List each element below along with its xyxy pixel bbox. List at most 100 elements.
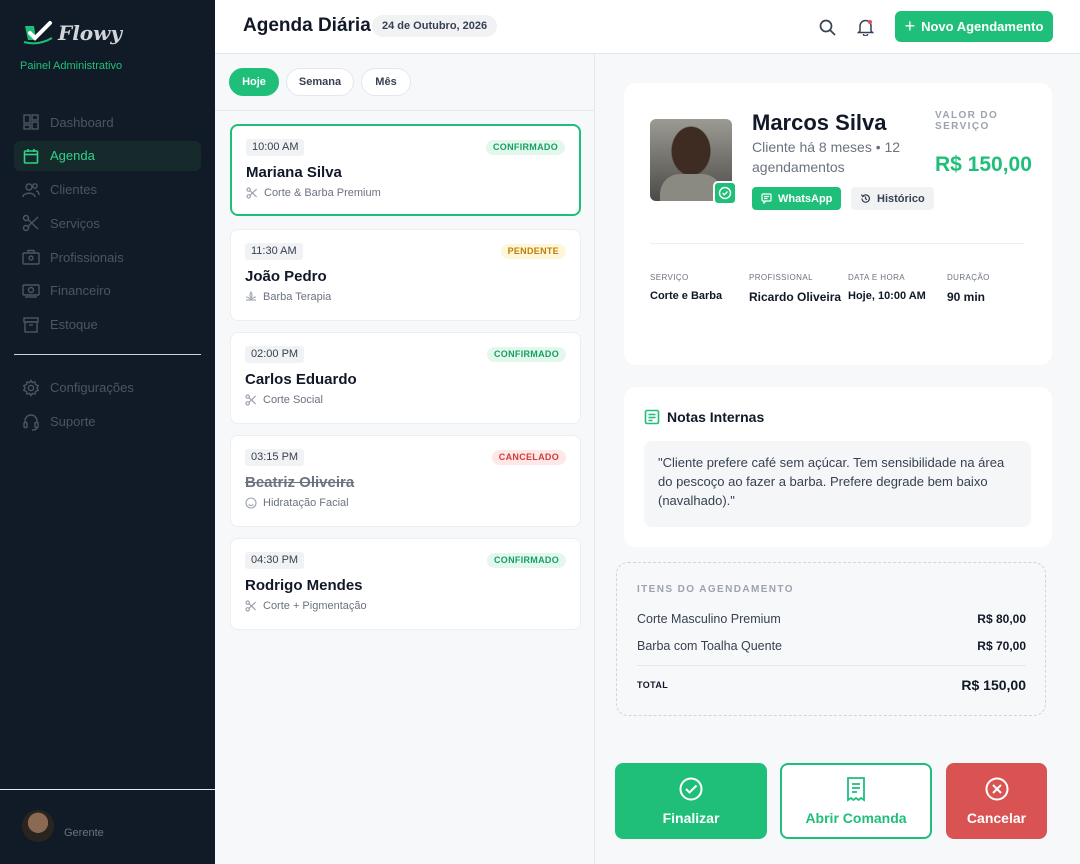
scissors-icon <box>245 600 257 612</box>
calendar-icon <box>22 147 40 165</box>
tab-mes[interactable]: Mês <box>361 68 411 96</box>
note-icon <box>644 409 660 425</box>
appointment-service: Corte + Pigmentação <box>245 600 367 612</box>
sidebar-item-estoque[interactable]: Estoque <box>14 310 201 340</box>
user-role: Gerente <box>64 827 104 839</box>
search-icon[interactable] <box>816 16 838 38</box>
notes-title: Notas Internas <box>644 409 764 425</box>
info-label: PROFISSIONAL <box>749 273 813 282</box>
tab-semana[interactable]: Semana <box>286 68 354 96</box>
sidebar-item-label: Estoque <box>50 317 98 333</box>
new-appointment-button[interactable]: + Novo Agendamento <box>895 11 1053 42</box>
support-icon <box>22 413 40 431</box>
page-title: Agenda Diária <box>243 15 371 36</box>
appointment-card[interactable]: 04:30 PM CONFIRMADO Rodrigo Mendes Corte… <box>230 538 581 630</box>
tab-hoje[interactable]: Hoje <box>229 68 279 96</box>
sidebar-item-servicos[interactable]: Serviços <box>14 208 201 238</box>
info-service: SERVIÇO Corte e Barba <box>650 273 722 302</box>
appointment-time: 03:15 PM <box>245 449 305 466</box>
finalize-button[interactable]: Finalizar <box>615 763 767 839</box>
cancel-label: Cancelar <box>966 810 1027 826</box>
logo-icon <box>23 21 53 45</box>
info-datetime: DATA E HORA Hoje, 10:00 AM <box>848 273 926 302</box>
appointment-items-card: ITENS DO AGENDAMENTO Corte Masculino Pre… <box>616 562 1046 716</box>
client-profile-card: Marcos Silva Cliente há 8 meses • 12 age… <box>624 83 1052 365</box>
sidebar-item-label: Serviços <box>50 215 100 231</box>
sidebar-item-clientes[interactable]: Clientes <box>14 175 201 205</box>
sidebar-item-label: Dashboard <box>50 114 114 130</box>
sidebar-item-suporte[interactable]: Suporte <box>14 407 201 437</box>
appointment-client-name: Mariana Silva <box>246 164 342 181</box>
history-label: Histórico <box>877 192 925 205</box>
sidebar: Flowy Painel Administrativo Dashboard Ag… <box>0 0 215 864</box>
logo-text: Flowy <box>58 21 122 45</box>
item-price: R$ 80,00 <box>977 612 1026 626</box>
dashboard-icon <box>22 113 40 131</box>
appointment-time: 02:00 PM <box>245 346 305 363</box>
bell-icon[interactable] <box>854 16 876 38</box>
sidebar-item-agenda[interactable]: Agenda <box>14 140 201 171</box>
appointment-client-name: João Pedro <box>245 268 327 285</box>
sidebar-item-dashboard[interactable]: Dashboard <box>14 107 201 137</box>
status-badge: PENDENTE <box>500 244 566 259</box>
history-icon <box>860 193 871 204</box>
sidebar-item-configuracoes[interactable]: Configurações <box>14 373 201 403</box>
sidebar-item-label: Configurações <box>50 380 134 396</box>
scissors-icon <box>245 394 257 406</box>
sidebar-item-label: Suporte <box>50 414 96 430</box>
sidebar-item-profissionais[interactable]: Profissionais <box>14 242 201 272</box>
sidebar-item-label: Clientes <box>50 182 97 198</box>
status-badge: CONFIRMADO <box>487 347 566 362</box>
appointment-card[interactable]: 02:00 PM CONFIRMADO Carlos Eduardo Corte… <box>230 332 581 424</box>
user-profile[interactable]: Gerente <box>22 810 104 842</box>
cancel-button[interactable]: Cancelar <box>946 763 1047 839</box>
appointment-service-label: Corte & Barba Premium <box>264 187 381 199</box>
item-row: Barba com Toalha Quente R$ 70,00 <box>637 639 1026 653</box>
appointment-card[interactable]: 03:15 PM CANCELADO Beatriz Oliveira Hidr… <box>230 435 581 527</box>
items-heading: ITENS DO AGENDAMENTO <box>637 584 794 595</box>
status-badge: CONFIRMADO <box>486 140 565 155</box>
info-label: SERVIÇO <box>650 273 689 282</box>
notes-text[interactable]: "Cliente prefere café sem açúcar. Tem se… <box>644 441 1031 527</box>
nav-divider <box>14 353 201 355</box>
info-label: DURAÇÃO <box>947 273 990 282</box>
appointment-list-panel: Hoje Semana Mês 10:00 AM CONFIRMADO Mari… <box>215 54 595 864</box>
face-icon <box>245 497 257 509</box>
check-circle-icon <box>678 776 704 802</box>
spa-icon <box>245 291 257 303</box>
appointment-card[interactable]: 11:30 AM PENDENTE João Pedro Barba Terap… <box>230 229 581 321</box>
status-badge: CONFIRMADO <box>487 553 566 568</box>
whatsapp-button[interactable]: WhatsApp <box>752 187 842 210</box>
gear-icon <box>22 379 40 397</box>
service-value-label: VALOR DO SERVIÇO <box>935 110 999 132</box>
internal-notes-card: Notas Internas "Cliente prefere café sem… <box>624 387 1052 547</box>
users-icon <box>22 181 40 199</box>
appointment-service-label: Hidratação Facial <box>263 497 349 509</box>
date-chip: 24 de Outubro, 2026 <box>372 15 498 37</box>
appointment-service-label: Corte + Pigmentação <box>263 600 367 612</box>
info-label: DATA E HORA <box>848 273 906 282</box>
sidebar-item-label: Financeiro <box>50 283 111 299</box>
top-bar: Agenda Diária 24 de Outubro, 2026 + Novo… <box>215 0 1080 54</box>
item-label: Corte Masculino Premium <box>637 612 781 626</box>
panel-label: Painel Administrativo <box>20 60 123 72</box>
briefcase-icon <box>22 248 40 266</box>
period-tabs: Hoje Semana Mês <box>215 54 595 111</box>
items-divider <box>637 665 1026 666</box>
appointment-card[interactable]: 10:00 AM CONFIRMADO Mariana Silva Corte … <box>230 124 581 216</box>
open-order-button[interactable]: Abrir Comanda <box>780 763 932 839</box>
appointment-service-label: Corte Social <box>263 394 323 406</box>
history-button[interactable]: Histórico <box>851 187 934 210</box>
appointment-client-name: Carlos Eduardo <box>245 371 357 388</box>
sidebar-item-label: Agenda <box>50 148 95 164</box>
appointment-time: 11:30 AM <box>245 243 303 260</box>
item-row: Corte Masculino Premium R$ 80,00 <box>637 612 1026 626</box>
client-meta: Cliente há 8 meses • 12 agendamentos <box>752 139 901 175</box>
appointment-service: Hidratação Facial <box>245 497 349 509</box>
logo[interactable]: Flowy <box>22 20 122 46</box>
total-label: TOTAL <box>637 680 669 690</box>
whatsapp-label: WhatsApp <box>778 192 833 205</box>
sidebar-item-financeiro[interactable]: Financeiro <box>14 276 201 306</box>
money-icon <box>22 282 40 300</box>
item-label: Barba com Toalha Quente <box>637 639 783 653</box>
